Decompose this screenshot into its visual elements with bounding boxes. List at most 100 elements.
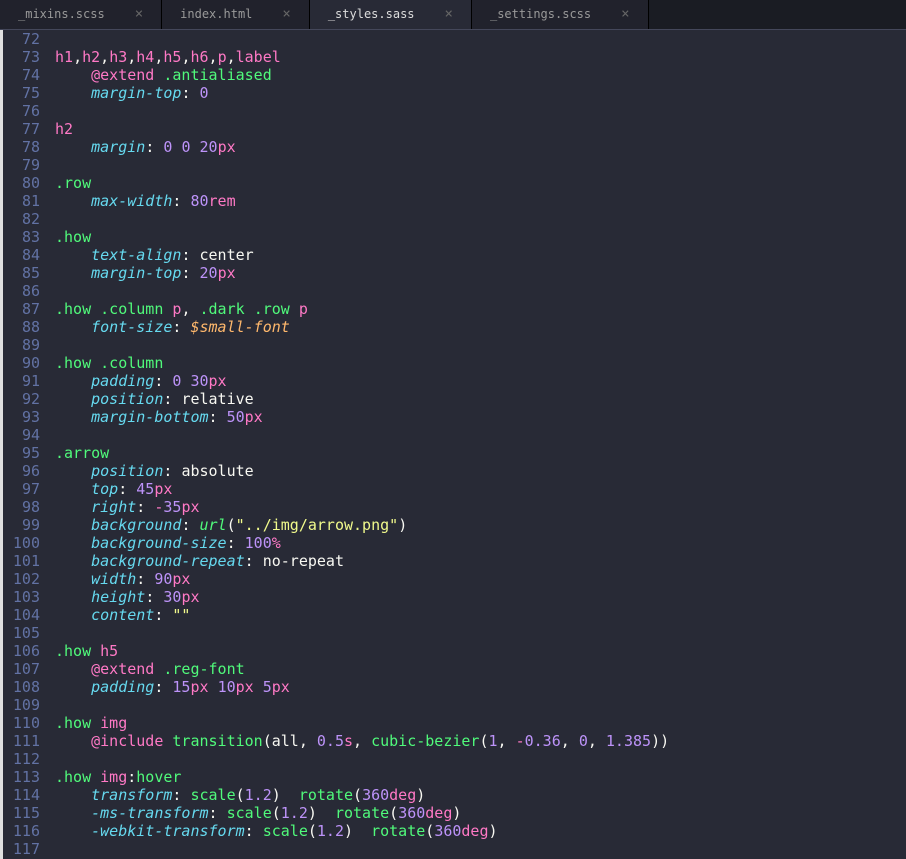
code-line[interactable] [55, 840, 906, 858]
line-number: 80 [3, 174, 40, 192]
editor-area[interactable]: 7273747576777879808182838485868788899091… [0, 30, 906, 859]
line-number: 105 [3, 624, 40, 642]
code-line[interactable]: .row [55, 174, 906, 192]
code-line[interactable]: position: relative [55, 390, 906, 408]
code-line[interactable] [55, 282, 906, 300]
code-line[interactable]: transform: scale(1.2) rotate(360deg) [55, 786, 906, 804]
code-line[interactable]: background-size: 100% [55, 534, 906, 552]
line-number: 77 [3, 120, 40, 138]
code-line[interactable]: background: url("../img/arrow.png") [55, 516, 906, 534]
code-line[interactable]: right: -35px [55, 498, 906, 516]
line-number: 78 [3, 138, 40, 156]
code-line[interactable]: .how h5 [55, 642, 906, 660]
tab-label: _styles.sass [328, 7, 415, 21]
tab-index[interactable]: index.html × [162, 0, 310, 29]
code-line[interactable]: margin-top: 20px [55, 264, 906, 282]
close-icon[interactable]: × [282, 6, 290, 23]
line-number: 84 [3, 246, 40, 264]
line-number: 111 [3, 732, 40, 750]
line-number: 99 [3, 516, 40, 534]
line-number: 116 [3, 822, 40, 840]
code-line[interactable]: text-align: center [55, 246, 906, 264]
code-line[interactable]: .how .column p, .dark .row p [55, 300, 906, 318]
code-line[interactable] [55, 426, 906, 444]
code-line[interactable] [55, 750, 906, 768]
code-content[interactable]: h1,h2,h3,h4,h5,h6,p,label @extend .antia… [55, 30, 906, 859]
line-number: 87 [3, 300, 40, 318]
code-line[interactable]: margin-bottom: 50px [55, 408, 906, 426]
line-number: 89 [3, 336, 40, 354]
code-line[interactable]: .how img [55, 714, 906, 732]
line-number: 72 [3, 30, 40, 48]
code-line[interactable]: top: 45px [55, 480, 906, 498]
line-number: 88 [3, 318, 40, 336]
line-number: 76 [3, 102, 40, 120]
code-line[interactable] [55, 102, 906, 120]
code-line[interactable]: position: absolute [55, 462, 906, 480]
code-line[interactable]: .how .column [55, 354, 906, 372]
line-number: 79 [3, 156, 40, 174]
line-number: 107 [3, 660, 40, 678]
line-number: 115 [3, 804, 40, 822]
code-line[interactable]: -ms-transform: scale(1.2) rotate(360deg) [55, 804, 906, 822]
line-number: 109 [3, 696, 40, 714]
tab-mixins[interactable]: _mixins.scss × [0, 0, 162, 29]
line-number: 92 [3, 390, 40, 408]
code-line[interactable]: @extend .antialiased [55, 66, 906, 84]
code-line[interactable] [55, 30, 906, 48]
line-number: 110 [3, 714, 40, 732]
code-line[interactable]: -webkit-transform: scale(1.2) rotate(360… [55, 822, 906, 840]
line-number: 104 [3, 606, 40, 624]
line-number: 114 [3, 786, 40, 804]
line-number: 117 [3, 840, 40, 858]
code-line[interactable]: content: "" [55, 606, 906, 624]
close-icon[interactable]: × [135, 6, 143, 23]
code-line[interactable] [55, 156, 906, 174]
code-line[interactable]: width: 90px [55, 570, 906, 588]
line-number: 81 [3, 192, 40, 210]
code-line[interactable]: height: 30px [55, 588, 906, 606]
code-line[interactable]: max-width: 80rem [55, 192, 906, 210]
line-number: 86 [3, 282, 40, 300]
code-line[interactable]: .how [55, 228, 906, 246]
code-line[interactable]: h1,h2,h3,h4,h5,h6,p,label [55, 48, 906, 66]
tab-styles[interactable]: _styles.sass × [310, 0, 472, 29]
code-line[interactable]: padding: 0 30px [55, 372, 906, 390]
code-line[interactable]: font-size: $small-font [55, 318, 906, 336]
line-number: 83 [3, 228, 40, 246]
close-icon[interactable]: × [445, 6, 453, 23]
line-number: 93 [3, 408, 40, 426]
code-line[interactable] [55, 336, 906, 354]
line-number: 103 [3, 588, 40, 606]
line-number: 74 [3, 66, 40, 84]
tab-bar: _mixins.scss × index.html × _styles.sass… [0, 0, 906, 30]
tab-label: _mixins.scss [18, 7, 105, 21]
line-number: 95 [3, 444, 40, 462]
code-line[interactable]: @extend .reg-font [55, 660, 906, 678]
code-line[interactable]: @include transition(all, 0.5s, cubic-bez… [55, 732, 906, 750]
code-line[interactable]: h2 [55, 120, 906, 138]
line-number: 82 [3, 210, 40, 228]
code-line[interactable]: margin-top: 0 [55, 84, 906, 102]
line-number: 85 [3, 264, 40, 282]
line-number: 108 [3, 678, 40, 696]
close-icon[interactable]: × [621, 6, 629, 23]
line-number: 91 [3, 372, 40, 390]
code-line[interactable] [55, 624, 906, 642]
code-line[interactable] [55, 210, 906, 228]
line-number: 98 [3, 498, 40, 516]
line-number: 94 [3, 426, 40, 444]
code-line[interactable]: margin: 0 0 20px [55, 138, 906, 156]
code-line[interactable]: .arrow [55, 444, 906, 462]
line-number: 100 [3, 534, 40, 552]
line-number: 90 [3, 354, 40, 372]
line-number: 113 [3, 768, 40, 786]
line-number: 112 [3, 750, 40, 768]
code-line[interactable]: .how img:hover [55, 768, 906, 786]
code-line[interactable] [55, 696, 906, 714]
line-number: 75 [3, 84, 40, 102]
code-line[interactable]: background-repeat: no-repeat [55, 552, 906, 570]
code-line[interactable]: padding: 15px 10px 5px [55, 678, 906, 696]
tab-settings[interactable]: _settings.scss × [472, 0, 649, 29]
tab-label: _settings.scss [490, 7, 591, 21]
